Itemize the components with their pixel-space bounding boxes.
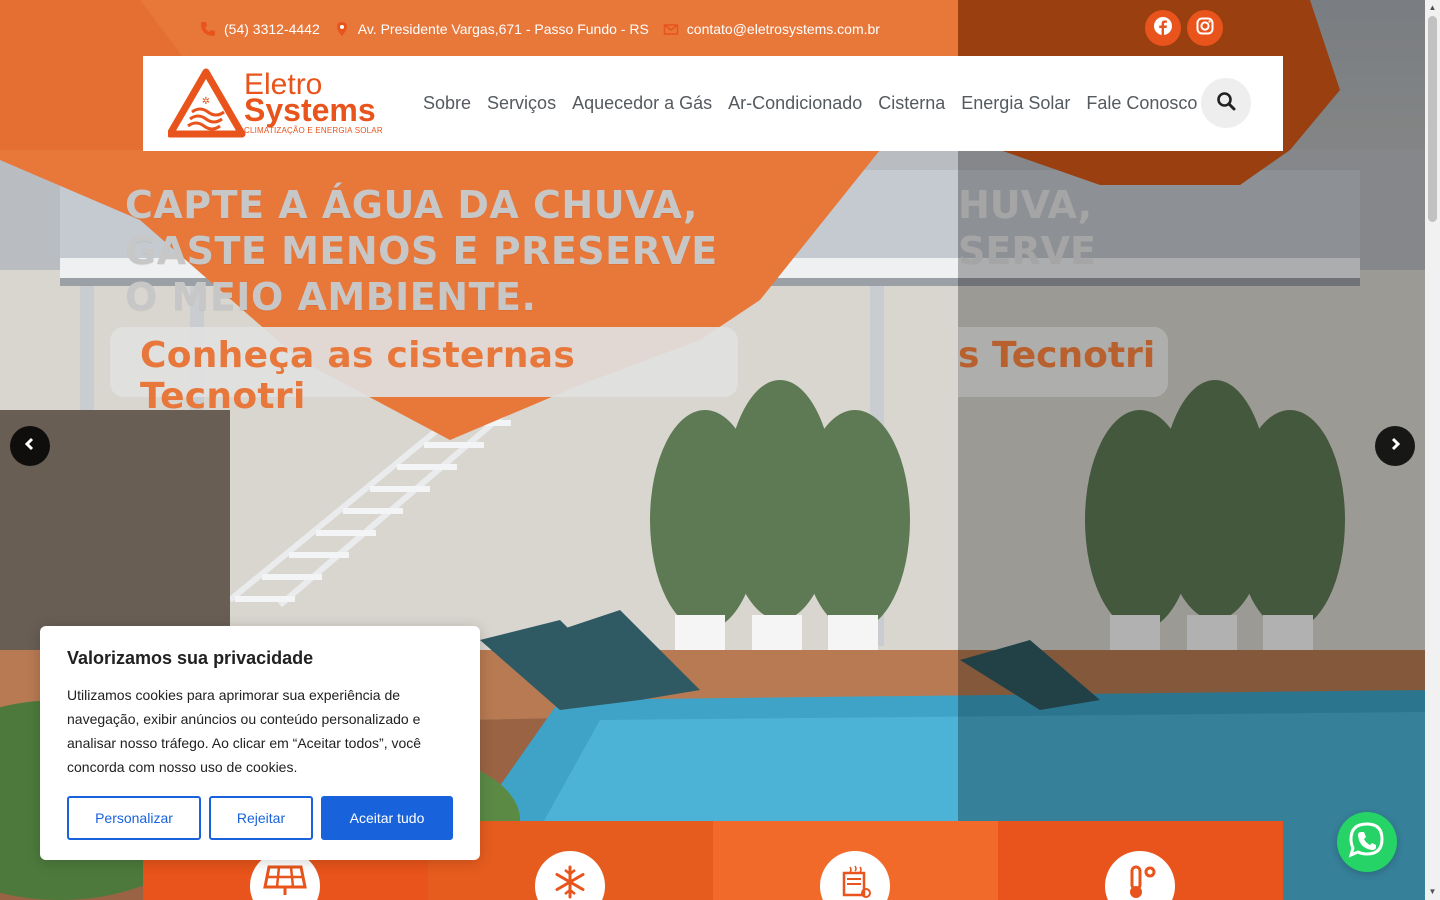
next-slide-subheadline: s Tecnotri xyxy=(958,327,1168,397)
facebook-button[interactable] xyxy=(1145,10,1181,46)
service-box-aquecedor-a-gas[interactable] xyxy=(713,821,998,900)
thermometer-icon xyxy=(1122,865,1158,900)
search-icon xyxy=(1216,91,1236,116)
hero-headline-line3: O MEIO AMBIENTE. xyxy=(125,275,537,319)
instagram-icon xyxy=(1195,16,1215,41)
next-slide-headline: HUVA, SERVE xyxy=(958,182,1158,274)
envelope-icon xyxy=(663,21,679,37)
hero-headline-line1: CAPTE A ÁGUA DA CHUVA, xyxy=(125,183,698,227)
nav-servicos[interactable]: Serviços xyxy=(479,93,564,114)
address-text: Av. Presidente Vargas,671 - Passo Fundo … xyxy=(357,21,649,37)
next-slide-line1: HUVA, xyxy=(958,183,1093,227)
service-icon-circle xyxy=(535,851,605,900)
scroll-down-arrow-icon[interactable]: ▼ xyxy=(1428,887,1437,897)
phone-icon xyxy=(200,21,216,37)
hero-headline-line2: GASTE MENOS E PRESERVE xyxy=(125,229,718,273)
cookie-consent-banner: Valorizamos sua privacidade Utilizamos c… xyxy=(40,626,480,860)
instagram-button[interactable] xyxy=(1187,10,1223,46)
nav-label: Serviços xyxy=(487,93,557,113)
slider-prev-button[interactable] xyxy=(10,426,50,466)
chevron-right-icon xyxy=(1388,437,1402,456)
cookie-actions: Personalizar Rejeitar Aceitar tudo xyxy=(67,796,453,840)
nav-label: Fale Conosco xyxy=(1086,93,1198,113)
email-address: contato@eletrosystems.com.br xyxy=(686,21,880,37)
water-heater-icon xyxy=(838,865,872,900)
phone-number: (54) 3312-4442 xyxy=(224,21,320,37)
email-contact[interactable]: contato@eletrosystems.com.br xyxy=(663,21,880,37)
scrollbar-thumb[interactable] xyxy=(1428,16,1437,222)
cookie-description: Utilizamos cookies para aprimorar sua ex… xyxy=(67,687,422,775)
nav-label: Ar-Condicionado xyxy=(728,93,863,113)
customize-button[interactable]: Personalizar xyxy=(67,796,201,840)
svg-text:✲: ✲ xyxy=(202,96,210,107)
nav-aquecedor-a-gas[interactable]: Aquecedor a Gás xyxy=(564,93,720,114)
cookie-title: Valorizamos sua privacidade xyxy=(67,648,314,668)
accept-all-button[interactable]: Aceitar tudo xyxy=(321,796,453,840)
hero-subheadline: Conheça as cisternas Tecnotri xyxy=(110,327,738,417)
top-contact-bar: (54) 3312-4442 Av. Presidente Vargas,671… xyxy=(200,16,880,42)
phone-contact[interactable]: (54) 3312-4442 xyxy=(200,21,320,37)
nav-label: Cisterna xyxy=(878,93,946,113)
site-logo[interactable]: ✲ Eletro Systems CLIMATIZAÇÃO E ENERGIA … xyxy=(168,68,383,140)
next-slide-line2: SERVE xyxy=(958,229,1096,273)
nav-cisterna[interactable]: Cisterna xyxy=(870,93,953,114)
nav-label: Energia Solar xyxy=(961,93,1071,113)
nav-label: Aquecedor a Gás xyxy=(572,93,713,113)
logo-word-systems: Systems xyxy=(244,92,376,128)
nav-label: Sobre xyxy=(423,93,472,113)
reject-button[interactable]: Rejeitar xyxy=(209,796,313,840)
service-box-cisterna[interactable] xyxy=(998,821,1283,900)
solar-panel-icon xyxy=(263,865,307,900)
nav-energia-solar[interactable]: Energia Solar xyxy=(953,93,1078,114)
service-icon-circle xyxy=(1105,851,1175,900)
main-nav: Sobre Serviços Aquecedor a Gás Ar-Condic… xyxy=(415,56,1227,151)
social-links xyxy=(1145,10,1223,46)
service-icon-circle xyxy=(820,851,890,900)
search-button[interactable] xyxy=(1201,78,1251,128)
nav-sobre[interactable]: Sobre xyxy=(415,93,479,114)
whatsapp-button[interactable] xyxy=(1337,812,1397,872)
slider-next-button[interactable] xyxy=(1375,426,1415,466)
nav-ar-condicionado[interactable]: Ar-Condicionado xyxy=(720,93,870,114)
hero-headline: CAPTE A ÁGUA DA CHUVA, GASTE MENOS E PRE… xyxy=(125,182,845,320)
facebook-icon xyxy=(1153,16,1173,41)
scroll-up-arrow-icon[interactable]: ▲ xyxy=(1428,3,1437,13)
whatsapp-icon xyxy=(1348,821,1386,864)
snowflake-icon xyxy=(553,865,587,900)
page-scrollbar[interactable]: ▲ ▼ xyxy=(1425,0,1440,900)
site-header: ✲ Eletro Systems CLIMATIZAÇÃO E ENERGIA … xyxy=(143,56,1283,151)
logo-triangle-icon: ✲ xyxy=(168,68,246,138)
address-contact: Av. Presidente Vargas,671 - Passo Fundo … xyxy=(334,21,649,37)
chevron-left-icon xyxy=(23,437,37,456)
logo-tagline: CLIMATIZAÇÃO E ENERGIA SOLAR xyxy=(244,126,383,135)
map-pin-icon xyxy=(334,21,350,37)
